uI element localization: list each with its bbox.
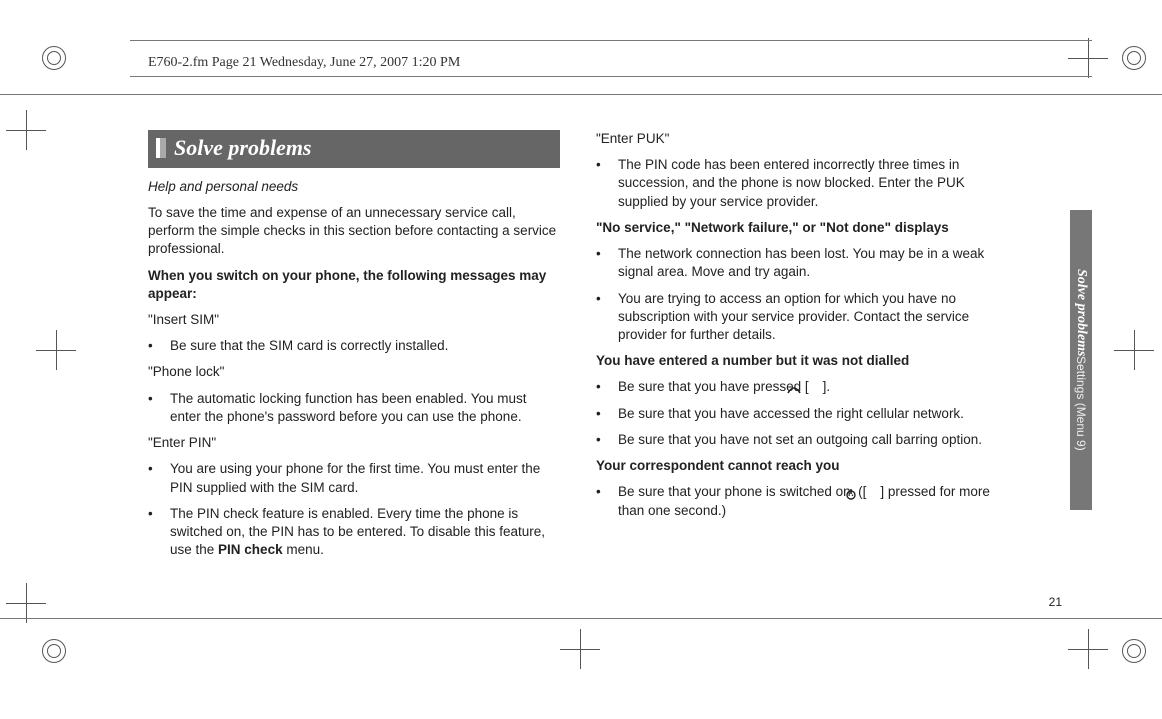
enter-pin-bullet-2: The PIN check feature is enabled. Every …: [148, 505, 560, 560]
not-dialled-bullet-2: Be sure that you have accessed the right…: [596, 405, 1008, 423]
crop-cross-icon: [1068, 38, 1108, 78]
section-tab: Solve problems Settings (Menu 9): [1070, 210, 1092, 510]
phone-lock-bullet: The automatic locking function has been …: [148, 390, 560, 426]
section-banner: Solve problems: [148, 130, 560, 168]
cannot-reach-bullet-1: Be sure that your phone is switched on. …: [596, 483, 1008, 519]
not-dialled-heading: You have entered a number but it was not…: [596, 352, 1008, 370]
enter-pin-b2-post: menu.: [283, 542, 324, 557]
enter-puk-label: "Enter PUK": [596, 130, 1008, 148]
crop-line: [130, 76, 1092, 77]
nd-b1-pre: Be sure that you have pressed [: [618, 379, 809, 394]
enter-puk-bullet: The PIN code has been entered incorrectl…: [596, 156, 1008, 211]
crop-line: [0, 94, 1162, 95]
insert-sim-label: "Insert SIM": [148, 311, 560, 329]
registration-mark-icon: [1122, 46, 1146, 70]
not-dialled-bullet-3: Be sure that you have not set an outgoin…: [596, 431, 1008, 449]
power-key-icon: [866, 487, 880, 499]
section-tab-title: Solve problems: [1073, 269, 1089, 357]
intro-text: To save the time and expense of an unnec…: [148, 204, 560, 259]
crop-cross-icon: [1114, 330, 1154, 370]
registration-mark-icon: [42, 639, 66, 663]
banner-mark-icon: [156, 138, 166, 158]
no-service-bullet-2: You are trying to access an option for w…: [596, 290, 1008, 345]
no-service-heading: "No service," "Network failure," or "Not…: [596, 219, 1008, 237]
column-right: "Enter PUK" The PIN code has been entere…: [596, 130, 1008, 609]
no-service-bullet-1: The network connection has been lost. Yo…: [596, 245, 1008, 281]
call-key-icon: [809, 383, 823, 393]
switch-on-heading: When you switch on your phone, the follo…: [148, 267, 560, 303]
enter-pin-label: "Enter PIN": [148, 434, 560, 452]
column-left: Solve problems Help and personal needs T…: [148, 130, 560, 609]
registration-mark-icon: [1122, 639, 1146, 663]
page-content: Solve problems Help and personal needs T…: [148, 130, 1062, 609]
crop-line: [0, 618, 1162, 619]
crop-cross-icon: [6, 110, 46, 150]
crop-line: [130, 40, 1092, 41]
nd-b1-post: ].: [823, 379, 831, 394]
crop-cross-icon: [560, 629, 600, 669]
cr-b1-pre: Be sure that your phone is switched on. …: [618, 484, 866, 499]
framemaker-header: E760-2.fm Page 21 Wednesday, June 27, 20…: [148, 55, 460, 71]
section-tab-rest: Settings (Menu 9): [1074, 356, 1088, 451]
crop-cross-icon: [6, 583, 46, 623]
registration-mark-icon: [42, 46, 66, 70]
section-subtitle: Help and personal needs: [148, 178, 560, 196]
section-title: Solve problems: [174, 133, 312, 163]
not-dialled-bullet-1: Be sure that you have pressed [].: [596, 378, 1008, 396]
phone-lock-label: "Phone lock": [148, 363, 560, 381]
cannot-reach-heading: Your correspondent cannot reach you: [596, 457, 1008, 475]
insert-sim-bullet: Be sure that the SIM card is correctly i…: [148, 337, 560, 355]
crop-cross-icon: [36, 330, 76, 370]
crop-cross-icon: [1068, 629, 1108, 669]
enter-pin-bullet-1: You are using your phone for the first t…: [148, 460, 560, 496]
pin-check-menu-bold: PIN check: [218, 542, 283, 557]
